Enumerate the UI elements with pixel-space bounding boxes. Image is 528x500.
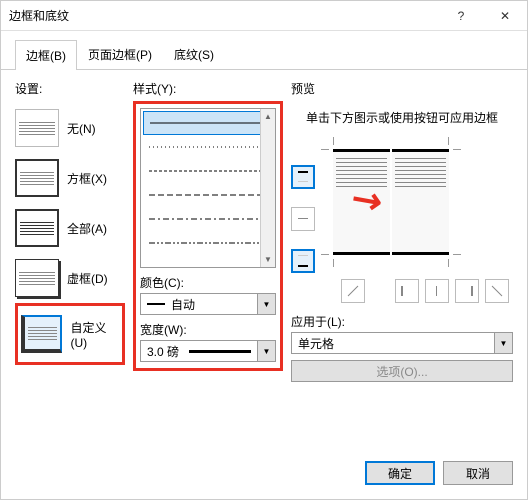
bottom-border-buttons [291,279,513,303]
preview-area: ↘ [291,135,513,273]
preset-custom-icon [21,315,62,353]
preview-label: 预览 [291,80,513,97]
tab-border[interactable]: 边框(B) [15,40,77,70]
preset-none[interactable]: 无(N) [15,103,125,153]
scroll-up-icon[interactable]: ▲ [261,109,275,124]
border-diag2-button[interactable] [485,279,509,303]
preset-custom[interactable]: 自定义(U) [21,309,119,359]
chevron-down-icon: ▼ [257,294,275,314]
tab-bar: 边框(B) 页面边框(P) 底纹(S) [1,31,527,70]
dialog-content: 设置: 无(N) 方框(X) 全部(A) 虚框(D) 自定义(U) [1,70,527,451]
width-dropdown[interactable]: 3.0 磅 ▼ [140,340,276,362]
line-style-dashdotdot[interactable] [143,231,273,255]
color-value: 自动 [141,294,257,314]
preset-box[interactable]: 方框(X) [15,153,125,203]
border-left-button[interactable] [395,279,419,303]
line-style-dotted[interactable] [143,135,273,159]
width-value: 3.0 磅 [141,341,257,361]
line-style-dashed-fine[interactable] [143,159,273,183]
titlebar: 边框和底纹 ? ✕ [1,1,527,31]
color-dropdown[interactable]: 自动 ▼ [140,293,276,315]
dialog-window: 边框和底纹 ? ✕ 边框(B) 页面边框(P) 底纹(S) 设置: 无(N) 方… [0,0,528,500]
tab-page-border[interactable]: 页面边框(P) [77,39,163,69]
settings-column: 设置: 无(N) 方框(X) 全部(A) 虚框(D) 自定义(U) [15,80,125,445]
border-diag-button[interactable] [341,279,365,303]
chevron-down-icon: ▼ [494,333,512,353]
options-button[interactable]: 选项(O)... [291,360,513,382]
help-button[interactable]: ? [439,1,483,31]
left-border-buttons [291,135,315,273]
highlight-custom: 自定义(U) [15,303,125,365]
cancel-button[interactable]: 取消 [443,461,513,485]
chevron-down-icon: ▼ [257,341,275,361]
window-title: 边框和底纹 [9,7,439,24]
tab-shading[interactable]: 底纹(S) [163,39,225,69]
close-button[interactable]: ✕ [483,1,527,31]
preset-none-icon [15,109,59,147]
border-top-button[interactable] [291,165,315,189]
preview-hint: 单击下方图示或使用按钮可应用边框 [291,103,513,135]
color-label: 颜色(C): [140,274,276,291]
settings-label: 设置: [15,80,125,97]
border-right-button[interactable] [455,279,479,303]
preset-grid-label: 虚框(D) [67,270,108,287]
style-scrollbar[interactable]: ▲ ▼ [260,109,275,267]
preset-all[interactable]: 全部(A) [15,203,125,253]
preset-grid[interactable]: 虚框(D) [15,253,125,303]
preview-column: 预览 单击下方图示或使用按钮可应用边框 ↘ [291,80,513,445]
apply-to-value: 单元格 [298,335,334,352]
dialog-footer: 确定 取消 [1,451,527,499]
preset-custom-label: 自定义(U) [70,319,119,350]
ok-button[interactable]: 确定 [365,461,435,485]
scroll-down-icon[interactable]: ▼ [261,252,275,267]
apply-to-dropdown[interactable]: 单元格 ▼ [291,332,513,354]
preset-none-label: 无(N) [67,120,96,137]
preset-grid-icon [15,259,59,297]
border-hmid-button[interactable] [291,207,315,231]
preset-box-label: 方框(X) [67,170,107,187]
style-listbox[interactable]: ▲ ▼ [140,108,276,268]
border-vmid-button[interactable] [425,279,449,303]
preview-diagram[interactable]: ↘ [321,137,461,267]
style-column: 样式(Y): ▲ ▼ 颜色(C): 自动 [133,80,283,445]
line-style-dashed[interactable] [143,183,273,207]
preset-all-icon [15,209,59,247]
style-label: 样式(Y): [133,80,283,97]
border-bottom-button[interactable] [291,249,315,273]
preset-box-icon [15,159,59,197]
line-style-solid[interactable] [143,111,273,135]
width-label: 宽度(W): [140,321,276,338]
highlight-style: ▲ ▼ 颜色(C): 自动 ▼ 宽度(W): 3.0 磅 ▼ [133,101,283,371]
preset-all-label: 全部(A) [67,220,107,237]
line-style-dashdot[interactable] [143,207,273,231]
apply-to-label: 应用于(L): [291,313,513,330]
